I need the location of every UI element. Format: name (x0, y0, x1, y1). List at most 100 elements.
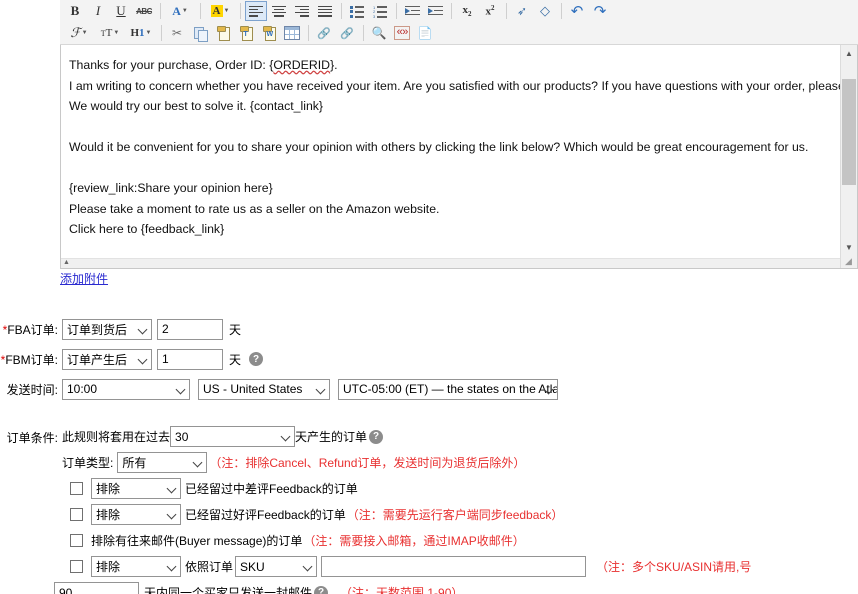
align-left-button[interactable] (245, 1, 267, 21)
scroll-down-arrow[interactable]: ▼ (841, 239, 857, 255)
send-time-label: 发送时间: (0, 381, 62, 398)
templates-icon: 📄 (418, 26, 433, 40)
fbm-days-input[interactable]: 1 (157, 349, 223, 370)
feedback-negative-checkbox[interactable] (70, 482, 83, 495)
past-days-select[interactable]: 30 (170, 426, 295, 447)
sku-filter-select[interactable]: 排除 (91, 556, 181, 577)
body-line-1: Thanks for your purchase, Order ID: {ORD… (69, 55, 847, 76)
sku-type-select[interactable]: SKU (235, 556, 317, 577)
fba-days-value: 2 (162, 322, 169, 336)
buyer-message-note: （注：需要接入邮箱，通过IMAP收邮件） (303, 532, 524, 549)
paste-button[interactable] (212, 23, 234, 43)
heading-style-button[interactable]: H1▼ (126, 23, 156, 43)
toolbar-row-1: B I U ABC A▼ A▼ (60, 0, 858, 22)
italic-button[interactable]: I (87, 1, 109, 21)
fba-trigger-select[interactable]: 订单到货后 (62, 319, 152, 340)
align-right-button[interactable] (291, 1, 313, 21)
insert-link-button[interactable]: 🔗 (313, 23, 335, 43)
fbm-order-label: *FBM订单: (0, 351, 62, 368)
font-family-button[interactable]: ℱ▼ (64, 23, 94, 43)
align-left-icon (249, 6, 263, 17)
fbm-help-icon[interactable]: ? (249, 352, 263, 366)
rule-period-prefix: 此规则将套用在过去 (62, 428, 170, 445)
fba-days-input[interactable]: 2 (157, 319, 223, 340)
sku-type-value: SKU (240, 560, 265, 574)
feedback-positive-select[interactable]: 排除 (91, 504, 181, 525)
send-time-select[interactable]: 10:00 (62, 379, 190, 400)
order-type-note: （注：排除Cancel、Refund订单，发送时间为退货后除外） (209, 454, 525, 471)
body-spacer (69, 117, 847, 137)
paste-from-word-button[interactable]: W (258, 23, 280, 43)
editor-resize-grip[interactable]: ◢ (841, 255, 856, 268)
line1-prefix: Thanks for your purchase, Order ID: { (69, 58, 273, 72)
add-attachment-link[interactable]: 添加附件 (60, 270, 108, 287)
align-right-icon (295, 6, 309, 17)
fbm-days-value: 1 (162, 352, 169, 366)
increase-indent-button[interactable] (424, 1, 446, 21)
fba-order-row: *FBA订单: 订单到货后 2 天 (0, 318, 858, 340)
body-line-5: {review_link:Share your opinion here} (69, 178, 847, 199)
highlight-color-button[interactable]: A▼ (205, 1, 235, 21)
eraser-icon: ◇ (540, 3, 550, 19)
source-code-button[interactable]: «» (391, 23, 413, 43)
remove-format-button[interactable]: ◇ (534, 1, 556, 21)
frequency-help-icon[interactable]: ? (314, 586, 328, 594)
buyer-message-checkbox[interactable] (70, 534, 83, 547)
bold-button[interactable]: B (64, 1, 86, 21)
rule-settings-form: *FBA订单: 订单到货后 2 天 *FBM订单: 订单产生后 1 天 ? 发送… (0, 318, 858, 594)
body-line-7: Click here to {feedback_link} (69, 219, 847, 240)
preview-button[interactable]: 🔍 (368, 23, 390, 43)
font-color-button[interactable]: A▼ (165, 1, 195, 21)
rule-period-suffix: 天产生的订单 (295, 428, 367, 445)
country-select[interactable]: US - United States (198, 379, 330, 400)
undo-button[interactable]: ↶ (566, 1, 588, 21)
email-body-text[interactable]: Thanks for your purchase, Order ID: {ORD… (61, 45, 858, 269)
sku-values-input[interactable] (321, 556, 586, 577)
strikethrough-button[interactable]: ABC (133, 1, 155, 21)
bulleted-list-button[interactable] (346, 1, 368, 21)
body-line-3: We would try our best to solve it. {cont… (69, 96, 847, 117)
copy-button[interactable] (189, 23, 211, 43)
feedback-positive-checkbox[interactable] (70, 508, 83, 521)
sku-filter-checkbox[interactable] (70, 560, 83, 573)
rule-period-help-icon[interactable]: ? (369, 430, 383, 444)
feedback-negative-select[interactable]: 排除 (91, 478, 181, 499)
editor-vertical-scrollbar[interactable]: ▲ ▼ ◢ (840, 45, 857, 268)
subscript-button[interactable]: x2 (456, 1, 478, 21)
bulleted-list-icon (350, 6, 364, 17)
fbm-days-unit: 天 (229, 351, 241, 368)
cut-button[interactable]: ✂ (166, 23, 188, 43)
font-size-button[interactable]: TT▼ (95, 23, 125, 43)
frequency-days-value: 90 (59, 586, 72, 594)
rich-text-editor: B I U ABC A▼ A▼ (60, 0, 858, 270)
orderid-token: ORDERID (273, 58, 330, 72)
editor-content-area[interactable]: Thanks for your purchase, Order ID: {ORD… (60, 45, 858, 269)
frequency-days-input[interactable]: 90 (54, 582, 139, 594)
timezone-select[interactable]: UTC-05:00 (ET) — the states on the Atla (338, 379, 558, 400)
decrease-indent-icon (405, 6, 420, 17)
clipboard-word-icon: W (263, 26, 276, 40)
order-conditions-label: 订单条件: (0, 426, 62, 446)
scrollbar-thumb[interactable] (842, 79, 856, 185)
align-center-button[interactable] (268, 1, 290, 21)
clipboard-icon (217, 26, 230, 40)
fbm-trigger-select[interactable]: 订单产生后 (62, 349, 152, 370)
align-justify-button[interactable] (314, 1, 336, 21)
paste-as-text-button[interactable]: T (235, 23, 257, 43)
superscript-button[interactable]: x2 (479, 1, 501, 21)
toolbar-separator (308, 25, 309, 41)
templates-button[interactable]: 📄 (414, 23, 436, 43)
insert-table-button[interactable] (281, 23, 303, 43)
sku-filter-note: （注：多个SKU/ASIN请用,号 (596, 558, 751, 575)
select-cursor-button[interactable]: ➶ (511, 1, 533, 21)
undo-icon: ↶ (571, 2, 584, 20)
redo-button[interactable]: ↷ (589, 1, 611, 21)
fbm-order-row: *FBM订单: 订单产生后 1 天 ? (0, 348, 858, 370)
underline-button[interactable]: U (110, 1, 132, 21)
unlink-button[interactable]: 🔗 (336, 23, 358, 43)
scroll-up-arrow[interactable]: ▲ (841, 45, 857, 61)
numbered-list-button[interactable]: 1 2 3 (369, 1, 391, 21)
order-type-select[interactable]: 所有 (117, 452, 207, 473)
feedback-positive-text: 已经留过好评Feedback的订单 (185, 506, 346, 523)
decrease-indent-button[interactable] (401, 1, 423, 21)
